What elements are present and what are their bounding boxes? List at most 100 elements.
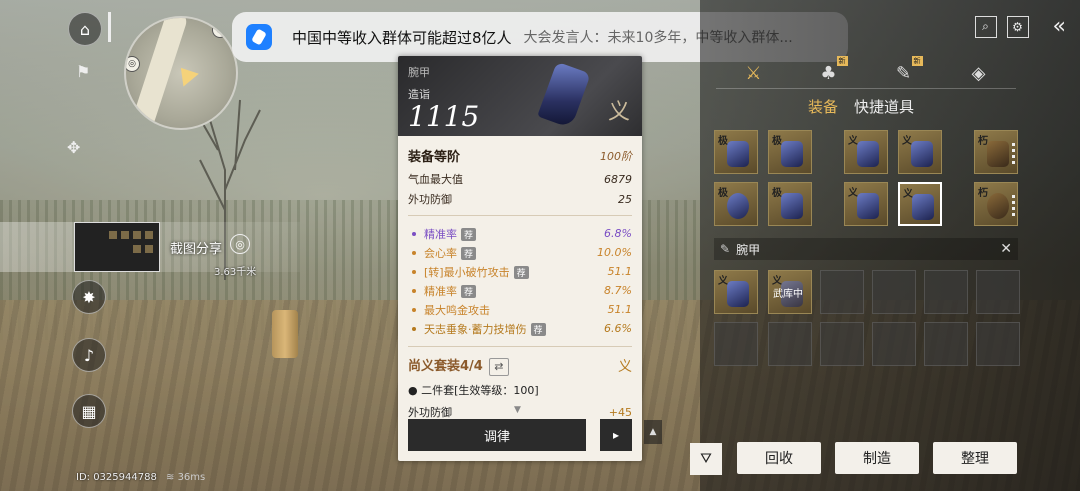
divider [408, 346, 632, 347]
equip-slot[interactable]: 义 [898, 130, 942, 174]
app-icon [246, 24, 272, 50]
base-stat-value: 25 [618, 192, 632, 206]
attr-row: [转]最小破竹攻击荐 51.1 [408, 262, 632, 281]
more-caret-icon: ▼ [514, 405, 521, 415]
divider [408, 215, 632, 216]
equip-slot[interactable]: 极 [714, 130, 758, 174]
player-id: ID: 0325944788 [76, 472, 157, 483]
subtab-quick-items[interactable]: 快捷道具 [854, 96, 914, 117]
menu-grid-icon[interactable]: ▦ [72, 394, 106, 428]
empty-slot[interactable] [872, 270, 916, 314]
recommend-badge: 荐 [513, 265, 529, 279]
empty-slot[interactable] [924, 322, 968, 366]
attr-row: 天志垂象·蓄力技增伤荐 6.6% [408, 319, 632, 338]
base-stat-name: 外功防御 [408, 193, 452, 206]
set-mark-icon: 义 [618, 358, 632, 375]
empty-slot[interactable] [820, 322, 864, 366]
recommend-badge: 荐 [461, 246, 477, 260]
item-slot-name: 腕甲 [408, 66, 430, 79]
attr-row: 精准率荐 8.7% [408, 281, 632, 300]
back-arrow-icon[interactable]: « [1053, 14, 1066, 39]
minimap[interactable]: ◎ ◎ [124, 16, 238, 130]
empty-slot[interactable] [714, 322, 758, 366]
empty-slot[interactable] [872, 322, 916, 366]
tab-bag-icon[interactable]: ♣ 新 [814, 56, 848, 86]
subtab-equipment[interactable]: 装备 [808, 96, 838, 117]
filter-icon[interactable]: ⛛ [690, 443, 722, 475]
craft-button[interactable]: 制造 [835, 442, 919, 474]
equip-slot[interactable]: 义 [844, 182, 888, 226]
tab-weapons-icon[interactable]: ⚔ [739, 60, 769, 86]
new-badge: 新 [911, 56, 923, 66]
divider [108, 12, 111, 42]
equip-slot-selected[interactable]: 义 [898, 182, 942, 226]
attr-row: 最大鸣金攻击 51.1 [408, 300, 632, 319]
tab-gem-icon[interactable]: ◈ [964, 60, 994, 86]
empty-slot[interactable] [924, 270, 968, 314]
attr-row: 精准率荐 6.8% [408, 224, 632, 243]
equip-slot[interactable]: 朽 [974, 130, 1018, 174]
inventory-slot[interactable]: 义武库中 [768, 270, 812, 314]
share-label[interactable]: 截图分享 [170, 238, 222, 257]
bracer-icon: ✎ [720, 242, 731, 256]
minimap-marker-icon: ◎ [212, 22, 228, 38]
equip-slot[interactable]: 极 [768, 130, 812, 174]
set-title: 尚义套装4/4 [408, 359, 483, 374]
tab-scroll-icon[interactable]: ✎ 新 [889, 56, 923, 86]
ping: ≋ 36ms [166, 472, 205, 483]
move-cross-icon[interactable]: ✥ [67, 138, 80, 157]
set-mark: 义 [607, 100, 630, 125]
new-badge: 新 [836, 56, 848, 66]
ear-listen-icon[interactable]: ♪ [72, 338, 106, 372]
equip-slot[interactable]: 极 [768, 182, 812, 226]
recycle-button[interactable]: 回收 [737, 442, 821, 474]
waypoint-icon: ◎ [230, 234, 250, 254]
next-button[interactable]: ▸ [600, 419, 632, 451]
equip-slot[interactable]: 朽 [974, 182, 1018, 226]
tooltip-header: 腕甲 造诣 1115 义 [398, 56, 642, 136]
wifi-icon: ≋ [166, 472, 178, 483]
tab-underline [716, 88, 1016, 89]
share-distance: 3.63千米 [214, 267, 257, 278]
item-tooltip: 腕甲 造诣 1115 义 装备等阶 100阶 气血最大值 6879 外功防御 2… [398, 56, 642, 461]
recommend-badge: 荐 [461, 227, 477, 241]
set-bonus-line: ● 二件套[生效等级：100] [408, 384, 539, 397]
scroll-up-icon[interactable]: ▲ [644, 420, 662, 444]
sort-button[interactable]: 整理 [933, 442, 1017, 474]
swap-icon[interactable]: ⇄ [488, 358, 509, 376]
bracer-item-icon [537, 61, 591, 129]
home-icon[interactable]: ⌂ [68, 12, 102, 46]
filter-bar: ✎ 腕甲 ✕ [714, 238, 1018, 260]
in-use-label: 武库中 [773, 289, 803, 300]
filter-label: 腕甲 [736, 242, 761, 257]
equip-tier-label: 装备等阶 [408, 150, 461, 165]
attr-row: 会心率荐 10.0% [408, 243, 632, 262]
base-stat-name: 气血最大值 [408, 173, 463, 186]
subtabs: 装备 快捷道具 [808, 96, 914, 117]
ping-value: 36ms [177, 472, 206, 483]
minimap-marker-icon: ◎ [126, 56, 140, 72]
base-stat-value: 6879 [604, 172, 632, 186]
category-tabs: ⚔ ♣ 新 ✎ 新 ◈ [716, 56, 1016, 88]
empty-slot[interactable] [976, 270, 1020, 314]
equip-slot[interactable]: 义 [844, 130, 888, 174]
equip-tier-value: 100阶 [600, 149, 632, 163]
empty-slot[interactable] [976, 322, 1020, 366]
skill-burst-icon[interactable]: ✸ [72, 280, 106, 314]
inventory-slot[interactable]: 义 [714, 270, 758, 314]
screenshot-thumbnail[interactable] [74, 222, 160, 272]
empty-slot[interactable] [820, 270, 864, 314]
close-icon[interactable]: ✕ [1000, 241, 1012, 257]
tune-button[interactable]: 调律 [408, 419, 586, 451]
recommend-badge: 荐 [530, 322, 546, 336]
flag-icon[interactable]: ⚑ [76, 62, 90, 81]
top-toolbar: ⌕ ⚙ « [974, 14, 1066, 39]
item-score: 1115 [408, 100, 480, 133]
search-icon[interactable]: ⌕ [974, 15, 997, 38]
recommend-badge: 荐 [461, 284, 477, 298]
notification-title: 中国中等收入群体可能超过8亿人 [292, 28, 512, 47]
player-arrow-icon [173, 61, 199, 87]
gear-icon[interactable]: ⚙ [1006, 15, 1029, 38]
empty-slot[interactable] [768, 322, 812, 366]
equip-slot[interactable]: 极 [714, 182, 758, 226]
